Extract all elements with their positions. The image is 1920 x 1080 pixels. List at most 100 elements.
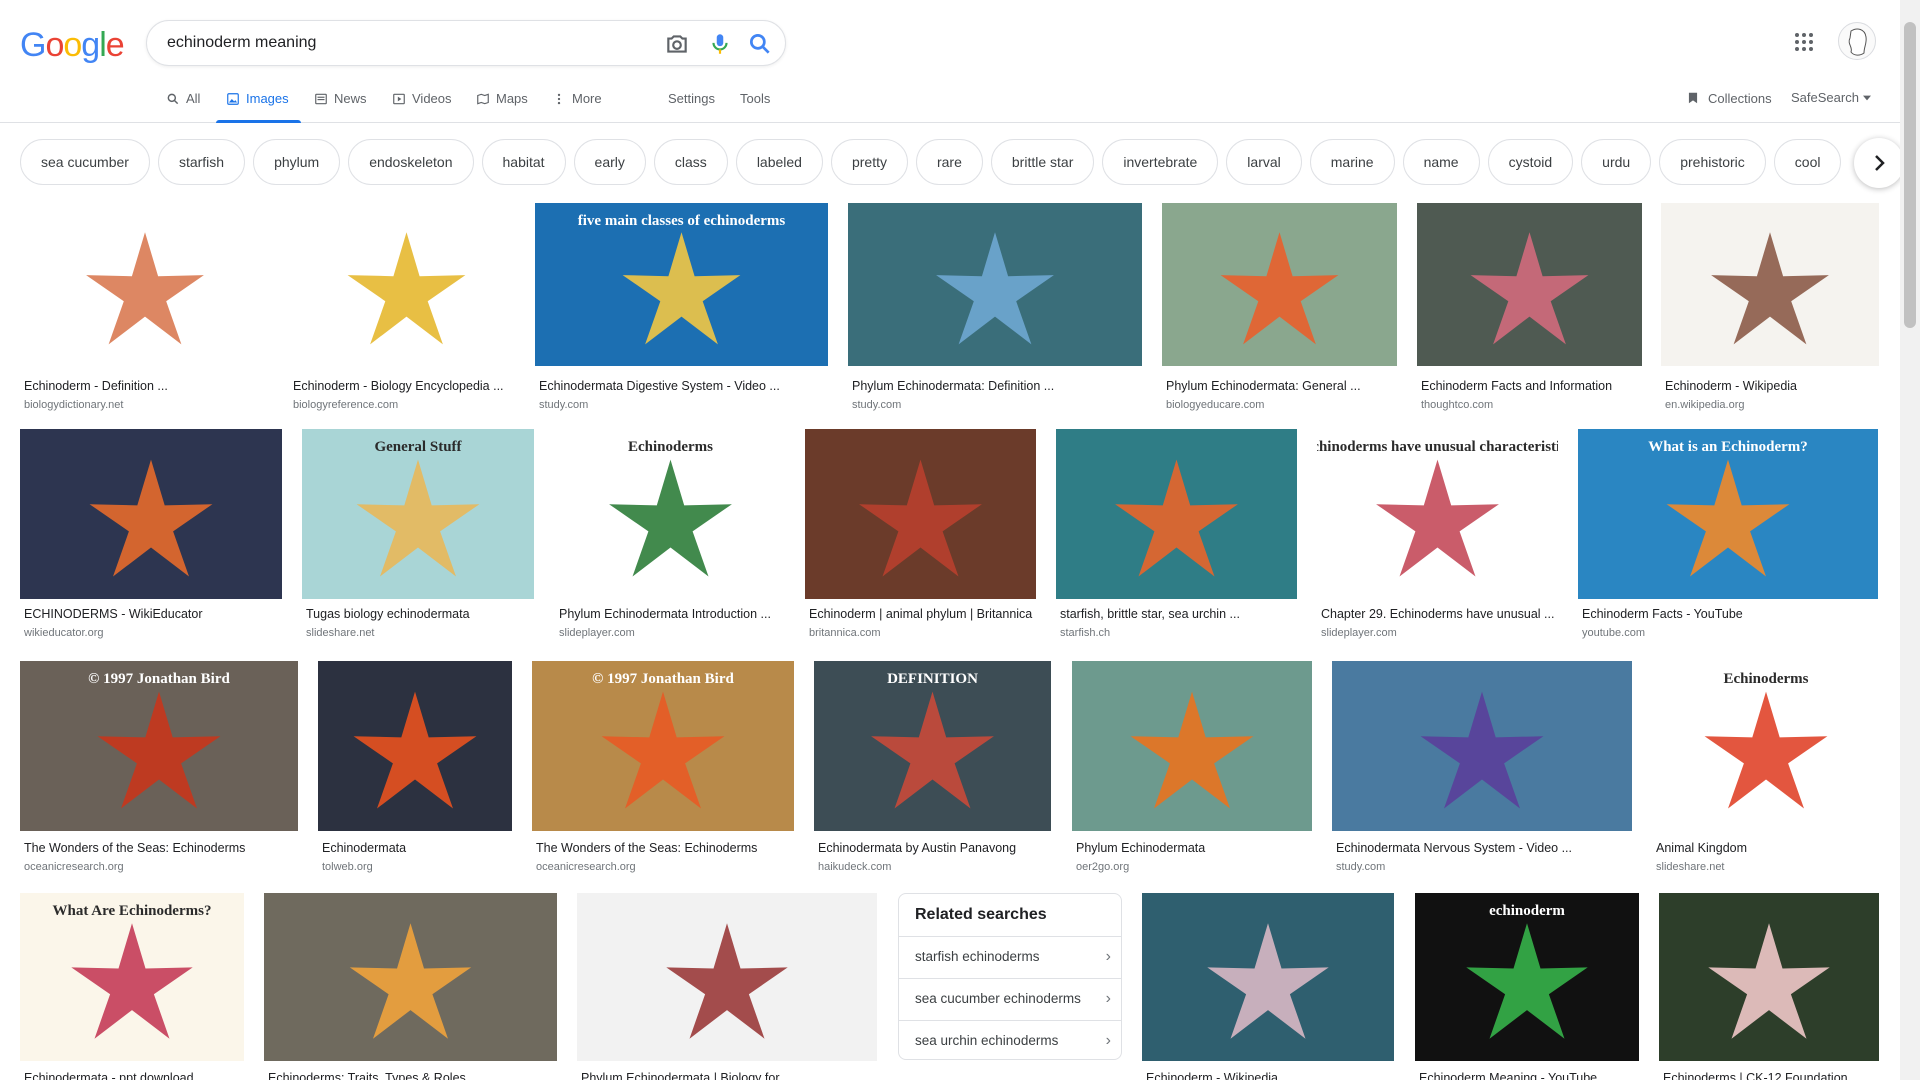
result-source[interactable]: wikieducator.org (24, 627, 104, 639)
settings-link[interactable]: Settings (668, 88, 715, 123)
image-result[interactable]: Echinoderms Animal Kingdom slideshare.net (1652, 661, 1880, 877)
result-title[interactable]: Echinoderm - Definition ... (24, 379, 268, 393)
chip-larval[interactable]: larval (1226, 139, 1302, 185)
related-search-item[interactable]: starfish echinoderms › (899, 936, 1121, 978)
chip-pretty[interactable]: pretty (830, 139, 908, 185)
result-source[interactable]: haikudeck.com (818, 861, 891, 873)
result-source[interactable]: slideplayer.com (1321, 627, 1397, 639)
safesearch-button[interactable]: SafeSearch (1791, 90, 1871, 105)
result-title[interactable]: Echinodermata - ppt download (24, 1071, 242, 1080)
chip-early[interactable]: early (573, 139, 646, 185)
result-title[interactable]: Echinodermata by Austin Panavong (818, 841, 1049, 855)
result-source[interactable]: slideshare.net (306, 627, 375, 639)
related-search-item[interactable]: sea urchin echinoderms › (899, 1020, 1121, 1059)
image-result[interactable]: Phylum Echinodermata: Definition ... stud… (848, 203, 1142, 415)
result-title[interactable]: Phylum Echinodermata (1076, 841, 1310, 855)
result-title[interactable]: Phylum Echinodermata: Definition ... (852, 379, 1140, 393)
chip-habitat[interactable]: habitat (481, 139, 566, 185)
result-thumbnail[interactable] (1661, 203, 1879, 366)
search-input[interactable] (167, 21, 647, 65)
result-source[interactable]: study.com (1336, 861, 1385, 873)
result-title[interactable]: Echinoderms: Traits, Types & Roles (268, 1071, 555, 1080)
image-result[interactable]: Phylum Echinodermata oer2go.org (1072, 661, 1312, 877)
result-title[interactable]: Echinodermata Digestive System - Video .… (539, 379, 826, 393)
chips-next-button[interactable] (1854, 138, 1904, 188)
image-result[interactable]: What is an Echinoderm? Echinoderm Facts -… (1578, 429, 1878, 643)
result-source[interactable]: youtube.com (1582, 627, 1645, 639)
chip-starfish[interactable]: starfish (157, 139, 246, 185)
chip-marine[interactable]: marine (1309, 139, 1395, 185)
result-thumbnail[interactable]: five main classes of echinoderms (535, 203, 828, 366)
result-source[interactable]: britannica.com (809, 627, 881, 639)
result-title[interactable]: Echinodermata (322, 841, 510, 855)
result-thumbnail[interactable]: Echinoderms (1652, 661, 1880, 831)
chip-endoskeleton[interactable]: endoskeleton (348, 139, 474, 185)
result-title[interactable]: Echinoderms | CK-12 Foundation (1663, 1071, 1877, 1080)
image-result[interactable]: Phylum Echinodermata | Biology for ... (577, 893, 877, 1080)
image-result[interactable]: Echinoderm - Definition ... biologydictio… (20, 203, 270, 415)
result-thumbnail[interactable] (1659, 893, 1879, 1061)
image-result[interactable]: echinoderm Echinoderm Meaning - YouTube (1415, 893, 1639, 1080)
result-title[interactable]: Echinoderm - Wikipedia (1665, 379, 1877, 393)
chip-brittle-star[interactable]: brittle star (990, 139, 1095, 185)
result-source[interactable]: oceanicresearch.org (24, 861, 124, 873)
image-result[interactable]: starfish, brittle star, sea urchin ... st… (1056, 429, 1297, 643)
result-thumbnail[interactable] (289, 203, 524, 366)
result-thumbnail[interactable]: What is an Echinoderm? (1578, 429, 1878, 599)
result-thumbnail[interactable]: © 1997 Jonathan Bird (20, 661, 298, 831)
page-scrollbar[interactable] (1900, 0, 1920, 1080)
result-thumbnail[interactable] (1332, 661, 1632, 831)
chip-name[interactable]: name (1402, 139, 1480, 185)
image-result[interactable]: ECHINODERMS - WikiEducator wikieducator.o… (20, 429, 282, 643)
result-thumbnail[interactable]: What Are Echinoderms? (20, 893, 244, 1061)
result-title[interactable]: The Wonders of the Seas: Echinoderms (24, 841, 296, 855)
tab-maps[interactable]: Maps (476, 88, 528, 123)
result-source[interactable]: study.com (852, 399, 901, 411)
chip-labeled[interactable]: labeled (735, 139, 823, 185)
result-title[interactable]: Phylum Echinodermata | Biology for ... (581, 1071, 875, 1080)
result-source[interactable]: slideplayer.com (559, 627, 635, 639)
result-thumbnail[interactable]: © 1997 Jonathan Bird (532, 661, 794, 831)
result-title[interactable]: The Wonders of the Seas: Echinoderms (536, 841, 792, 855)
result-thumbnail[interactable] (805, 429, 1036, 599)
result-title[interactable]: Echinoderm - Biology Encyclopedia ... (293, 379, 522, 393)
result-thumbnail[interactable] (1072, 661, 1312, 831)
result-title[interactable]: Echinoderm - Wikipedia (1146, 1071, 1392, 1080)
result-thumbnail[interactable]: echinoderm (1415, 893, 1639, 1061)
image-result[interactable]: Echinodermata tolweb.org (318, 661, 512, 877)
google-logo[interactable]: Google (20, 26, 125, 65)
image-result[interactable]: DEFINITION Echinodermata by Austin Panavo… (814, 661, 1051, 877)
image-result[interactable]: Echinoderm Facts and Information thoughtc… (1417, 203, 1642, 415)
result-title[interactable]: starfish, brittle star, sea urchin ... (1060, 607, 1295, 621)
result-title[interactable]: Echinodermata Nervous System - Video ... (1336, 841, 1630, 855)
image-result[interactable]: Echinoderms | CK-12 Foundation (1659, 893, 1879, 1080)
result-title[interactable]: Echinoderm Facts and Information (1421, 379, 1640, 393)
result-source[interactable]: thoughtco.com (1421, 399, 1493, 411)
collections-button[interactable]: Collections (1686, 90, 1772, 106)
result-thumbnail[interactable] (848, 203, 1142, 366)
image-result[interactable]: © 1997 Jonathan Bird The Wonders of the S… (532, 661, 794, 877)
result-source[interactable]: oer2go.org (1076, 861, 1129, 873)
chip-urdu[interactable]: urdu (1581, 139, 1652, 185)
image-result[interactable]: Echinoderm - Wikipedia en.wikipedia.org (1661, 203, 1879, 415)
result-source[interactable]: starfish.ch (1060, 627, 1110, 639)
chip-sea-cucumber[interactable]: sea cucumber (20, 139, 150, 185)
search-submit-icon[interactable] (747, 31, 773, 57)
image-result[interactable]: Echinodermata Nervous System - Video ...… (1332, 661, 1632, 877)
result-title[interactable]: Phylum Echinodermata Introduction ... (559, 607, 784, 621)
image-result[interactable]: Echinoderm - Biology Encyclopedia ... bio… (289, 203, 524, 415)
image-result[interactable]: Echinoderms: Traits, Types & Roles (264, 893, 557, 1080)
image-result[interactable]: Echinoderms Phylum Echinodermata Introduc… (555, 429, 786, 643)
chip-invertebrate[interactable]: invertebrate (1102, 139, 1219, 185)
result-source[interactable]: oceanicresearch.org (536, 861, 636, 873)
result-title[interactable]: Phylum Echinodermata: General ... (1166, 379, 1395, 393)
microphone-icon[interactable] (707, 31, 733, 57)
image-result[interactable]: Echinoderm - Wikipedia (1142, 893, 1394, 1080)
result-thumbnail[interactable]: Echinoderms (555, 429, 786, 599)
result-source[interactable]: study.com (539, 399, 588, 411)
result-thumbnail[interactable] (20, 203, 270, 366)
image-result[interactable]: Echinoderm | animal phylum | Britannica b… (805, 429, 1036, 643)
image-result[interactable]: © 1997 Jonathan Bird The Wonders of the S… (20, 661, 298, 877)
tab-more[interactable]: More (552, 88, 602, 123)
tab-images[interactable]: Images (216, 88, 301, 123)
